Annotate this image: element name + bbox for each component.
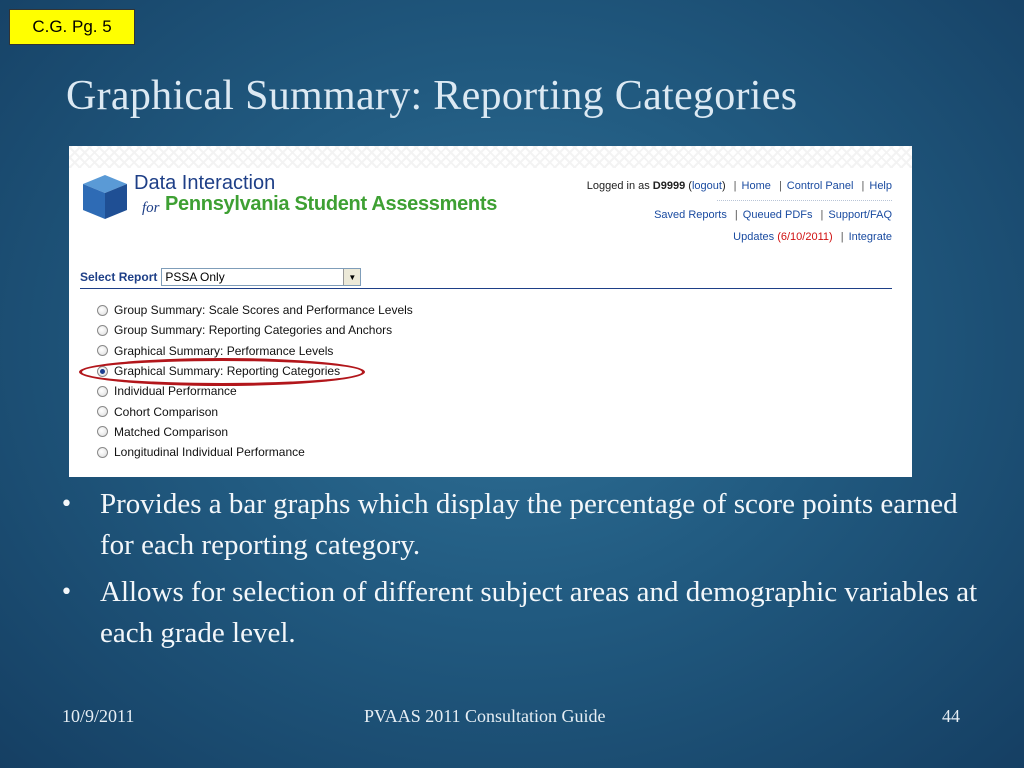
select-report-row: Select Report PSSA Only ▼ [80,268,362,286]
section-divider [80,288,892,289]
radio-button[interactable] [97,304,108,316]
updates-link[interactable]: Updates [733,231,774,243]
footer-page-number: 44 [942,706,960,726]
radio-button[interactable] [97,406,108,418]
user-id: D9999 [652,180,686,192]
home-link[interactable]: Home [742,180,771,192]
bullet-item: • Allows for selection of different subje… [58,572,978,654]
slide-title: Graphical Summary: Reporting Categories [66,73,798,119]
logged-in-text: Logged in as [586,180,650,192]
support-faq-link[interactable]: Support/FAQ [828,209,892,221]
report-option[interactable]: Matched Comparison [97,422,413,442]
brand-title: Data Interaction [134,172,276,194]
brand-for: for [142,200,160,216]
report-option[interactable]: Longitudinal Individual Performance [97,442,413,462]
radio-button-selected[interactable] [97,365,108,377]
select-report-label: Select Report [80,270,158,284]
logout-link[interactable]: logout [692,180,722,192]
brand-subtitle: Pennsylvania Student Assessments [165,193,498,215]
help-link[interactable]: Help [869,180,892,192]
radio-button[interactable] [97,385,108,397]
saved-reports-link[interactable]: Saved Reports [654,209,727,221]
report-option[interactable]: Graphical Summary: Performance Levels [97,341,413,361]
report-option[interactable]: Cohort Comparison [97,401,413,421]
updates-date: (6/10/2011) [777,231,833,243]
integrate-link[interactable]: Integrate [849,231,892,243]
radio-button[interactable] [97,324,108,336]
report-option[interactable]: Group Summary: Reporting Categories and … [97,320,413,340]
header-pattern [69,146,912,168]
app-screenshot: Data Interaction for Pennsylvania Studen… [69,146,912,477]
footer-title: PVAAS 2011 Consultation Guide [364,706,606,726]
report-option[interactable]: Individual Performance [97,381,413,401]
select-report-value: PSSA Only [165,270,225,284]
control-panel-link[interactable]: Control Panel [787,180,854,192]
bullet-item: • Provides a bar graphs which display the… [58,484,978,566]
radio-button[interactable] [97,426,108,438]
report-option[interactable]: Group Summary: Scale Scores and Performa… [97,300,413,320]
footer-date: 10/9/2011 [62,706,135,726]
dropdown-arrow-icon[interactable]: ▼ [343,269,361,285]
bullet-icon: • [60,580,73,605]
report-options-list: Group Summary: Scale Scores and Performa… [97,300,413,462]
top-links: Logged in as D9999 (logout) | Home | Contr… [586,180,892,243]
bullet-icon: • [60,492,73,517]
radio-button[interactable] [97,345,108,357]
report-option-selected[interactable]: Graphical Summary: Reporting Categories [97,361,413,381]
page-tag: C.G. Pg. 5 [9,9,135,45]
bullet-list: • Provides a bar graphs which display the… [58,484,978,660]
cube-logo-icon [83,175,127,219]
queued-pdfs-link[interactable]: Queued PDFs [743,209,813,221]
select-report-dropdown[interactable]: PSSA Only ▼ [161,268,362,286]
radio-button[interactable] [97,446,108,458]
